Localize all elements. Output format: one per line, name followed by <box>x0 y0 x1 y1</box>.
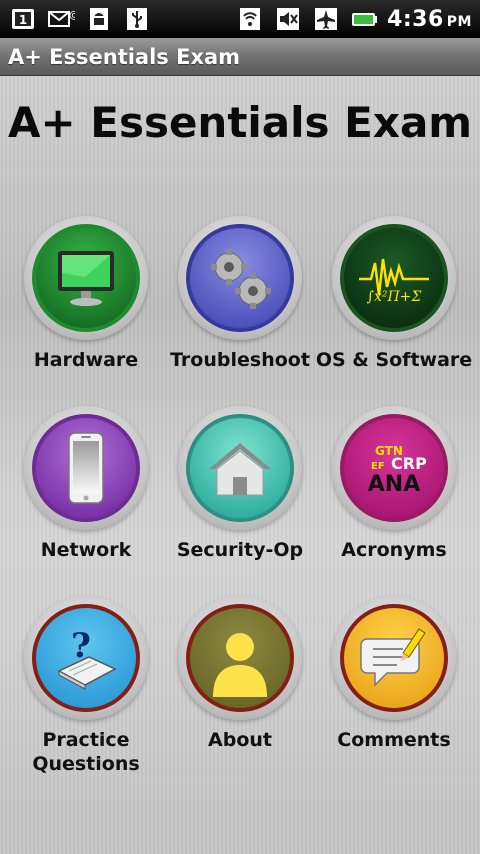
acronym-crp: CRP <box>391 454 427 473</box>
acronyms-icon: GTN EF CRP ANA <box>368 444 427 497</box>
sim-one-icon: 1 <box>8 4 38 34</box>
missed-email-icon: @ <box>46 4 76 34</box>
app-title: A+ Essentials Exam <box>8 44 241 69</box>
android-debug-icon <box>84 4 114 34</box>
security-op-badge[interactable] <box>178 406 302 530</box>
battery-icon <box>349 4 379 34</box>
usb-icon <box>122 4 152 34</box>
speech-bubble-icon <box>360 628 426 687</box>
tile-label: OS & Software <box>315 349 473 371</box>
tile-label: Comments <box>337 729 451 751</box>
status-time: 4:36 PM <box>387 6 472 32</box>
troubleshoot-badge[interactable] <box>178 216 302 340</box>
hardware-badge[interactable] <box>24 216 148 340</box>
monitor-icon <box>58 251 114 306</box>
acronym-ana: ANA <box>368 472 420 497</box>
question-book-icon: ? <box>57 626 117 690</box>
tile-label: Security-Op <box>176 539 304 561</box>
tile-label: Acronyms <box>341 539 447 561</box>
tile-label: Network <box>40 539 132 561</box>
acronym-ef: EF <box>371 461 385 472</box>
tile-label: Practice Questions <box>32 729 140 775</box>
tile-label: About <box>208 729 272 751</box>
tile-network[interactable]: Network <box>6 406 166 562</box>
person-icon <box>213 633 267 697</box>
tile-security-op[interactable]: Security-Op <box>160 406 320 562</box>
comments-badge[interactable] <box>332 596 456 720</box>
gears-icon <box>211 249 271 309</box>
tile-comments[interactable]: Comments <box>314 596 474 752</box>
mute-icon <box>273 4 303 34</box>
status-bar: 1 @ 4:36PM <box>0 0 480 38</box>
tile-about[interactable]: About <box>160 596 320 752</box>
svg-text:1: 1 <box>19 13 27 27</box>
tile-label: Troubleshoot <box>170 349 310 371</box>
airplane-mode-icon <box>311 4 341 34</box>
tile-label: Hardware <box>33 349 139 371</box>
waveform-icon: ∫x²Π+Σ <box>359 258 429 305</box>
os-software-badge[interactable]: ∫x²Π+Σ <box>332 216 456 340</box>
house-icon <box>209 443 271 496</box>
acronyms-badge[interactable]: GTN EF CRP ANA <box>332 406 456 530</box>
tile-troubleshoot[interactable]: Troubleshoot <box>160 216 320 372</box>
svg-text:@: @ <box>69 10 75 21</box>
tile-os-software[interactable]: ∫x²Π+Σ OS & Software <box>314 216 474 372</box>
tile-hardware[interactable]: Hardware <box>6 216 166 372</box>
practice-questions-badge[interactable]: ? <box>24 596 148 720</box>
category-grid: Hardware Troubleshoot ∫x²Π+Σ OS & Softwa… <box>0 76 480 854</box>
wifi-icon <box>235 4 265 34</box>
title-bar: A+ Essentials Exam <box>0 38 480 76</box>
smartphone-icon <box>68 432 104 504</box>
network-badge[interactable] <box>24 406 148 530</box>
tile-practice-questions[interactable]: ? Practice Questions <box>6 596 166 776</box>
tile-acronyms[interactable]: GTN EF CRP ANA Acronyms <box>314 406 474 562</box>
svg-text:∫x²Π+Σ: ∫x²Π+Σ <box>367 289 422 305</box>
about-badge[interactable] <box>178 596 302 720</box>
main-panel: A+ Essentials Exam Hardware Troubleshoot… <box>0 76 480 854</box>
